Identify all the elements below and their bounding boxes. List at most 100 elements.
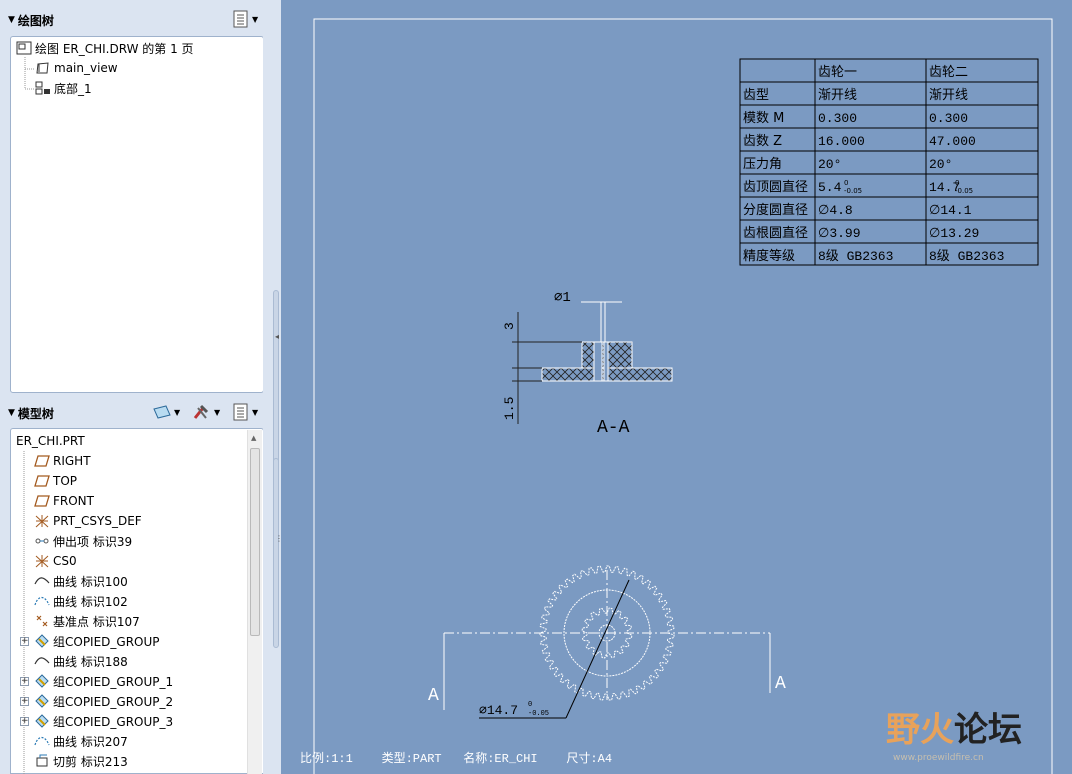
model-tree-item[interactable]: 曲线 标识207 (34, 731, 128, 751)
table-cell: 精度等级 (743, 248, 795, 264)
chevron-down-icon: ▼ (174, 407, 181, 417)
model-tree-item-label: FRONT (53, 494, 94, 508)
table-header: 齿轮一 (818, 65, 857, 80)
table-cell: 齿根圆直径 (743, 226, 808, 241)
drawing-tree-item-label: 绘图 ER_CHI.DRW 的第 1 页 (35, 41, 194, 56)
model-tree-item[interactable]: FRONT (34, 491, 94, 511)
model-tree-settings-button[interactable]: ▼ (232, 403, 258, 421)
list-settings-icon (233, 10, 248, 28)
model-tree-item[interactable]: 组COPIED_GROUP_3 (34, 711, 173, 731)
table-cell: 渐开线 (818, 88, 857, 103)
tol-lower: -0.05 (528, 710, 549, 718)
splitter-grip[interactable] (273, 458, 279, 648)
scroll-up-icon[interactable]: ▲ (251, 434, 256, 442)
table-cell: 模数 M (743, 111, 784, 126)
section-view (512, 301, 673, 424)
model-tree-item[interactable]: 伸出项 标识39 (34, 531, 132, 551)
model-tree-item-label: 曲线 标识100 (53, 574, 128, 589)
gear-table-text: 齿轮一 齿轮二 齿型 渐开线 渐开线模数 M 0.300 0.300 齿数 Z 16.000… (743, 65, 1004, 264)
list-settings-icon (233, 403, 248, 421)
section-dim-width: ∅1 (554, 290, 571, 306)
model-tree-item-label: 曲线 标识207 (53, 734, 128, 749)
outer-diameter-dim: ∅14.7 (479, 703, 518, 718)
model-tree-title: 模型树 (17, 406, 54, 421)
model-tree-item[interactable]: 曲线 标识102 (34, 591, 128, 611)
table-header: 齿轮二 (929, 65, 968, 80)
show-icon (153, 405, 171, 419)
tol-lower: -0.05 (844, 187, 862, 195)
model-tree-panel: ER_CHI.PRT RIGHT TOP FRONT PRT_CSYS_DEF 伸出项 … (10, 428, 264, 774)
collapse-icon[interactable]: ▼ (8, 15, 15, 25)
model-tree-header[interactable]: ▼ 模型树 (8, 402, 266, 424)
model-tree-item-label: 切剪 标识213 (53, 754, 128, 769)
drawing-tree-item-label: 底部_1 (54, 81, 92, 96)
tree-lines (24, 57, 35, 90)
model-tree-item-label: 曲线 标识102 (53, 594, 128, 609)
model-tree-item-label: 组COPIED_GROUP_2 (53, 694, 174, 709)
tol-upper: 0 (844, 179, 848, 187)
table-cell: 齿数 Z (743, 134, 782, 149)
table-cell: 8级 GB2363 (929, 249, 1004, 264)
watermark-url: www.proewildfire.cn (893, 753, 984, 763)
sheet-border (313, 18, 1053, 774)
section-dim-bottom: 1.5 (502, 397, 517, 420)
table-cell: 0.300 (818, 111, 857, 126)
tol-upper: 0 (955, 179, 959, 187)
model-tree-item[interactable]: 切剪 标识213 (34, 751, 128, 771)
table-cell: ∅3.99 (818, 226, 861, 241)
watermark-logo: 野火论坛 (886, 710, 1022, 750)
section-dim-top: 3 (502, 322, 517, 330)
scrollbar-thumb[interactable] (250, 448, 260, 636)
model-tree-item-label: TOP (53, 474, 78, 488)
model-tree-item[interactable]: 组COPIED_GROUP (34, 631, 160, 651)
splitter-grip[interactable] (273, 290, 279, 480)
model-tree-scrollbar[interactable]: ▲ (247, 430, 262, 774)
model-tree-item-label: 曲线 标识188 (53, 654, 128, 669)
tree-lines (23, 451, 25, 774)
cut-label-left: A (428, 686, 439, 706)
table-cell: 压力角 (743, 157, 782, 172)
toolbar-remnant (0, 0, 270, 4)
model-tree-item-label: PRT_CSYS_DEF (53, 514, 142, 528)
model-tree-item[interactable]: 组COPIED_GROUP_2 (34, 691, 173, 711)
drawing-tree-title: 绘图树 (17, 13, 54, 28)
model-tree-item[interactable]: 曲线 标识188 (34, 651, 128, 671)
model-tree-item-label: 基准点 标识107 (53, 614, 140, 629)
table-cell: 20° (818, 157, 841, 172)
table-cell: 47.000 (929, 134, 976, 149)
table-cell: ∅13.29 (929, 226, 979, 241)
tol-upper: 0 (528, 701, 532, 709)
model-tree-item-label: CS0 (53, 554, 77, 568)
collapse-icon[interactable]: ▼ (8, 408, 15, 418)
tools-icon (193, 404, 209, 419)
model-tree-item[interactable]: PRT_CSYS_DEF (34, 511, 142, 531)
chevron-down-icon: ▼ (214, 407, 221, 417)
model-tree-item[interactable]: 曲线 标识100 (34, 571, 128, 591)
tree-tools-button[interactable]: ▼ (192, 403, 220, 421)
drawing-tree-header[interactable]: ▼ 绘图树 (8, 9, 266, 31)
model-tree-item-label: 组COPIED_GROUP_1 (53, 674, 174, 689)
model-tree-item[interactable]: 组COPIED_GROUP_1 (34, 671, 173, 691)
drawing-tree-settings-button[interactable]: ▼ (232, 10, 258, 28)
show-button[interactable]: ▼ (152, 403, 180, 421)
drawing-tree-item-label: main_view (54, 61, 118, 75)
table-cell: 5.4 (818, 180, 842, 195)
model-tree-item[interactable]: 基准点 标识107 (34, 611, 140, 631)
tol-lower: -0.05 (955, 187, 973, 195)
model-tree-item-label: 组COPIED_GROUP (53, 634, 160, 649)
table-cell: 分度圆直径 (743, 202, 808, 218)
title-block-footer: 比例:1:1 类型:PART 名称:ER_CHI 尺寸:A4 (300, 752, 613, 766)
drawing-sheet: 齿轮一 齿轮二 齿型 渐开线 渐开线模数 M 0.300 0.300 齿数 Z 16.000… (313, 18, 1053, 774)
drawing-canvas[interactable]: 齿轮一 齿轮二 齿型 渐开线 渐开线 模数 M 0.300 0.300 齿数 Z 16.000… (281, 0, 1072, 774)
model-tree-item[interactable]: RIGHT (34, 451, 91, 471)
table-cell: 齿型 (743, 88, 769, 103)
collapse-arrow-icon[interactable]: ◂ (275, 332, 279, 341)
table-cell: 20° (929, 157, 952, 172)
table-cell: 0.300 (929, 111, 968, 126)
chevron-down-icon: ▼ (252, 14, 259, 24)
table-cell: 8级 GB2363 (818, 249, 893, 264)
table-cell: 16.000 (818, 134, 865, 149)
table-cell: 齿顶圆直径 (743, 180, 808, 195)
model-tree-item-label: RIGHT (53, 454, 91, 468)
chevron-down-icon: ▼ (252, 407, 259, 417)
